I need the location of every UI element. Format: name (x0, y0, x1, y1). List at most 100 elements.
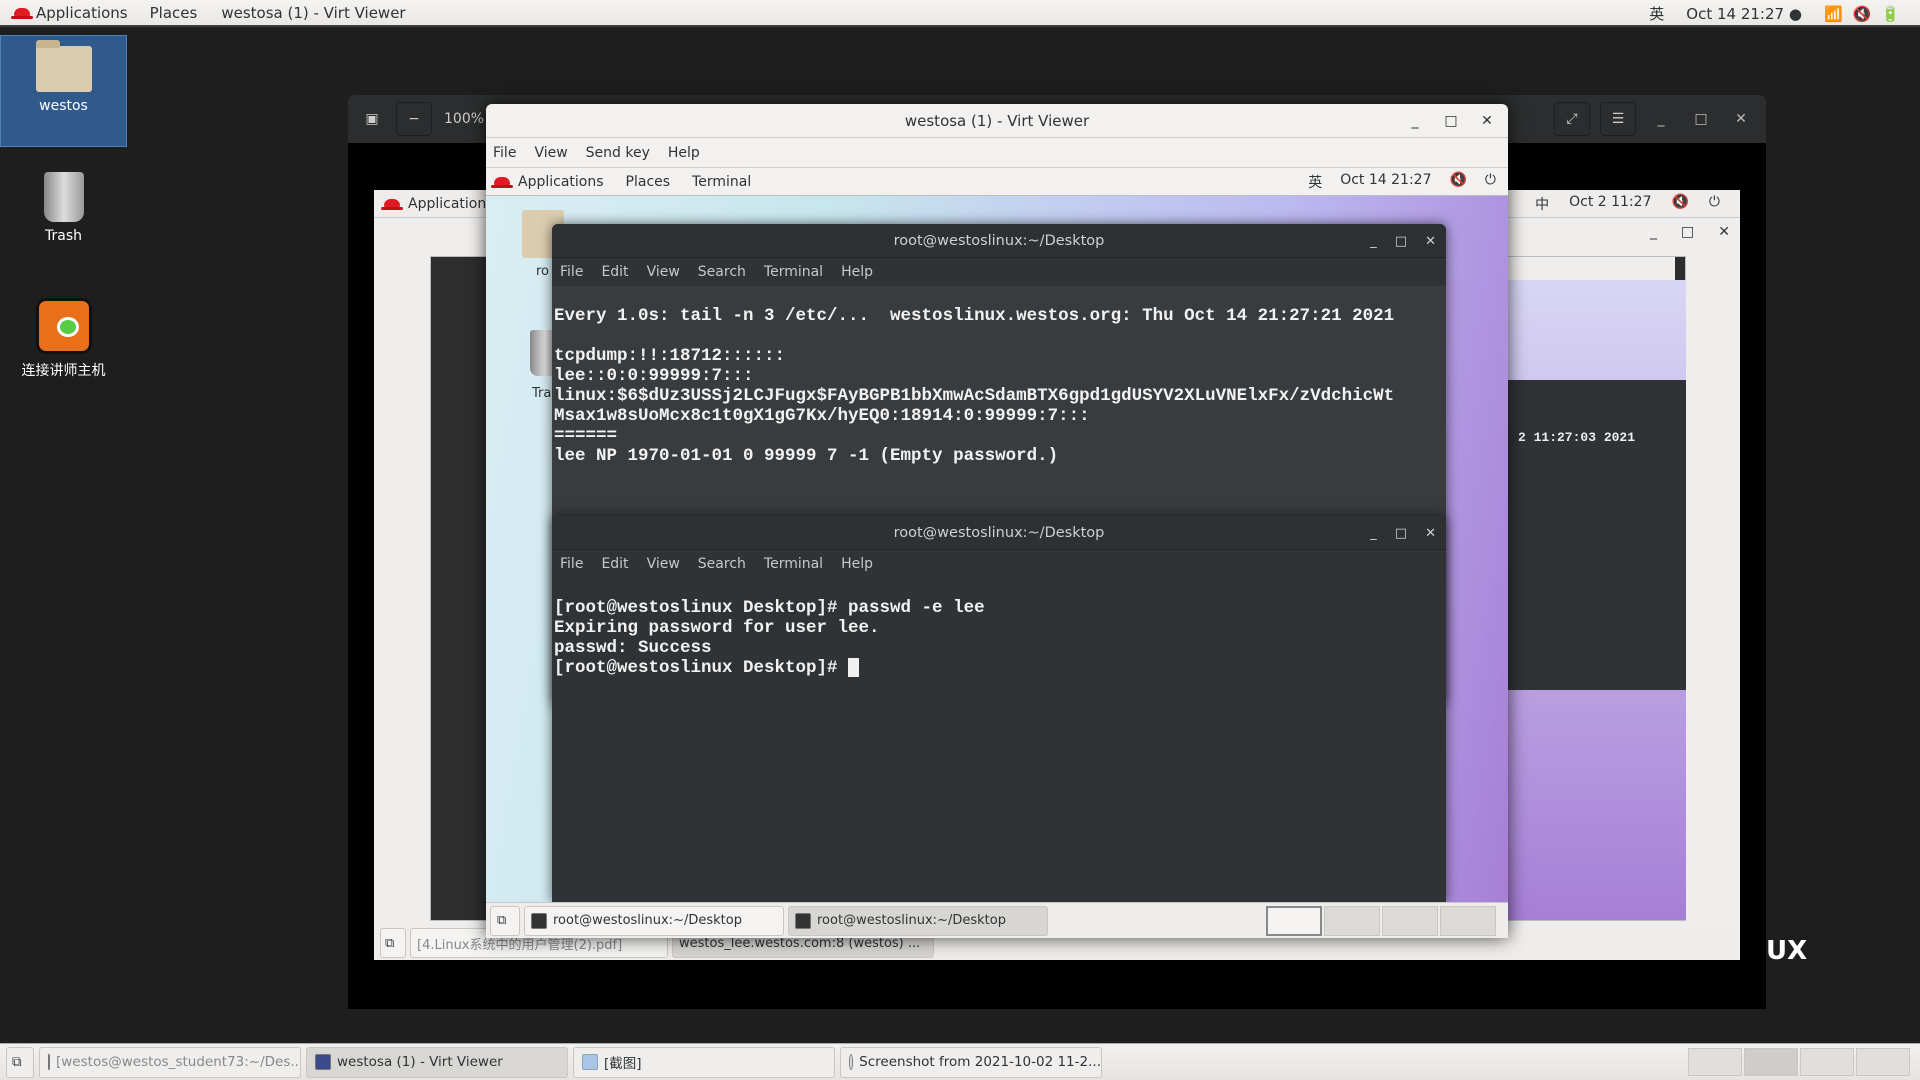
menu-file[interactable]: File (560, 556, 583, 572)
menu-help[interactable]: Help (841, 264, 873, 280)
workspace-3[interactable] (1800, 1048, 1854, 1076)
terminal-line: [root@westoslinux Desktop]# passwd -e le… (554, 598, 985, 618)
terminal-title: root@westoslinux:~/Desktop (893, 232, 1105, 249)
maximize-button[interactable]: □ (1436, 113, 1466, 129)
power-icon: ⏻ (1708, 193, 1720, 210)
wifi-icon[interactable]: 📶 (1824, 5, 1843, 23)
desktop-icon-remote[interactable]: 连接讲师主机 (0, 298, 127, 380)
guest-task-terminal-1[interactable]: root@westoslinux:~/Desktop (524, 905, 784, 936)
virt-viewer-titlebar[interactable]: westosa (1) - Virt Viewer _ □ ✕ (486, 104, 1508, 138)
menu-edit[interactable]: Edit (601, 556, 628, 572)
terminal-titlebar[interactable]: root@westoslinux:~/Desktop _ □ ✕ (552, 516, 1446, 550)
minimize-button[interactable]: _ (1370, 234, 1377, 249)
terminal-line: Expiring password for user lee. (554, 618, 880, 638)
show-desktop-button[interactable]: ⧉ (6, 1046, 34, 1078)
menu-button[interactable]: ☰ (1600, 102, 1636, 136)
minimize-button[interactable]: _ (1650, 224, 1657, 240)
terminal-icon (531, 912, 547, 929)
workspace-3[interactable] (1382, 905, 1438, 936)
prompt: [root@westoslinux Desktop]# (554, 658, 849, 679)
close-button[interactable]: ✕ (1718, 224, 1730, 240)
close-button[interactable]: ✕ (1472, 113, 1502, 129)
guest-icon-label: Tra (532, 386, 552, 401)
menu-help[interactable]: Help (668, 145, 700, 161)
menu-search[interactable]: Search (698, 264, 746, 280)
terminal-menubar: File Edit View Search Terminal Help (552, 550, 1446, 578)
workspace-1[interactable] (1266, 905, 1322, 936)
maximize-button[interactable]: □ (1681, 224, 1694, 240)
volume-muted-icon[interactable]: 🔇 (1853, 5, 1872, 23)
nested-applications-label[interactable]: Applications (408, 196, 494, 212)
minimize-button[interactable]: _ (1370, 526, 1377, 541)
taskbar-item-image-viewer[interactable]: Screenshot from 2021-10-02 11-2... (840, 1046, 1102, 1078)
terminal-titlebar[interactable]: root@westoslinux:~/Desktop _ □ ✕ (552, 224, 1446, 258)
menu-send-key[interactable]: Send key (586, 145, 650, 161)
nested-clock: Oct 2 11:27 (1569, 193, 1652, 210)
menu-terminal[interactable]: Terminal (764, 264, 823, 280)
input-method-indicator[interactable]: 英 (1649, 3, 1664, 24)
workspace-2[interactable] (1744, 1048, 1798, 1076)
maximize-button[interactable]: □ (1686, 111, 1716, 127)
document-icon (582, 1054, 598, 1070)
terminal-title: root@westoslinux:~/Desktop (893, 524, 1105, 541)
active-window-menu[interactable]: westosa (1) - Virt Viewer (221, 4, 405, 22)
menu-file[interactable]: File (493, 145, 516, 161)
nested-terminal: 2 11:27:03 2021 (1500, 380, 1686, 690)
close-button[interactable]: ✕ (1425, 526, 1436, 541)
show-desktop-button[interactable]: ⧉ (380, 928, 406, 958)
terminal-line: Every 1.0s: tail -n 3 /etc/... westoslin… (554, 306, 1395, 326)
close-button[interactable]: ✕ (1425, 234, 1436, 249)
taskbar-item-virt-viewer[interactable]: westosa (1) - Virt Viewer (306, 1046, 568, 1078)
menu-help[interactable]: Help (841, 556, 873, 572)
places-menu[interactable]: Places (150, 4, 198, 22)
terminal-menubar: File Edit View Search Terminal Help (552, 258, 1446, 286)
terminal-line: lee NP 1970-01-01 0 99999 7 -1 (Empty pa… (554, 446, 1059, 466)
maximize-button[interactable]: □ (1395, 234, 1407, 249)
guest-terminal-menu[interactable]: Terminal (692, 174, 751, 190)
desktop-icon-trash[interactable]: Trash (0, 172, 127, 244)
menu-terminal[interactable]: Terminal (764, 556, 823, 572)
active-window-label: westosa (1) - Virt Viewer (221, 3, 406, 22)
workspace-2[interactable] (1324, 905, 1380, 936)
desktop-icon-westos[interactable]: westos (0, 35, 127, 147)
menu-edit[interactable]: Edit (601, 264, 628, 280)
guest-task-terminal-2[interactable]: root@westoslinux:~/Desktop (788, 905, 1048, 936)
show-desktop-button[interactable]: ⧉ (490, 905, 520, 936)
menu-file[interactable]: File (560, 264, 583, 280)
battery-charging-icon[interactable]: 🔋 (1881, 5, 1900, 23)
zoom-out-button[interactable]: − (396, 102, 432, 136)
image-viewer-icon (849, 1054, 854, 1070)
taskbar-item-terminal[interactable]: [westos@westos_student73:~/Des... (39, 1046, 301, 1078)
workspace-4[interactable] (1440, 905, 1496, 936)
nested-window-controls: _ □ ✕ (1650, 224, 1730, 240)
sidebar-toggle-icon[interactable]: ▣ (354, 102, 390, 136)
guest-clock[interactable]: Oct 14 21:27 (1340, 172, 1431, 192)
workspace-4[interactable] (1856, 1048, 1910, 1076)
guest-places-menu[interactable]: Places (626, 174, 671, 190)
terminal-icon (795, 912, 811, 929)
guest-input-method[interactable]: 英 (1308, 172, 1322, 192)
volume-muted-icon[interactable]: 🔇 (1449, 172, 1466, 192)
desktop-icon-label: Trash (45, 228, 82, 244)
power-icon[interactable]: ⏻ (1485, 172, 1496, 192)
clock[interactable]: Oct 14 21:27 ● (1686, 5, 1802, 23)
menu-view[interactable]: View (647, 556, 680, 572)
minimize-button[interactable]: _ (1646, 111, 1676, 127)
minimize-button[interactable]: _ (1400, 113, 1430, 129)
menu-view[interactable]: View (534, 145, 567, 161)
menu-view[interactable]: View (647, 264, 680, 280)
maximize-button[interactable]: □ (1395, 526, 1407, 541)
guest-applications-menu[interactable]: Applications (518, 174, 604, 190)
close-button[interactable]: ✕ (1726, 111, 1756, 127)
taskbar-item-screenshot-folder[interactable]: [截图] (573, 1046, 835, 1078)
applications-label: Applications (36, 3, 128, 22)
menu-search[interactable]: Search (698, 556, 746, 572)
fullscreen-button[interactable]: ⤢ (1554, 102, 1590, 136)
workspace-1[interactable] (1688, 1048, 1742, 1076)
applications-menu[interactable]: Applications (11, 3, 128, 22)
zoom-level: 100% (444, 111, 485, 127)
terminal-output[interactable]: [root@westoslinux Desktop]# passwd -e le… (552, 578, 1446, 902)
top-panel: Applications Places westosa (1) - Virt V… (0, 0, 1920, 27)
nested-input-method: 中 (1535, 196, 1550, 213)
